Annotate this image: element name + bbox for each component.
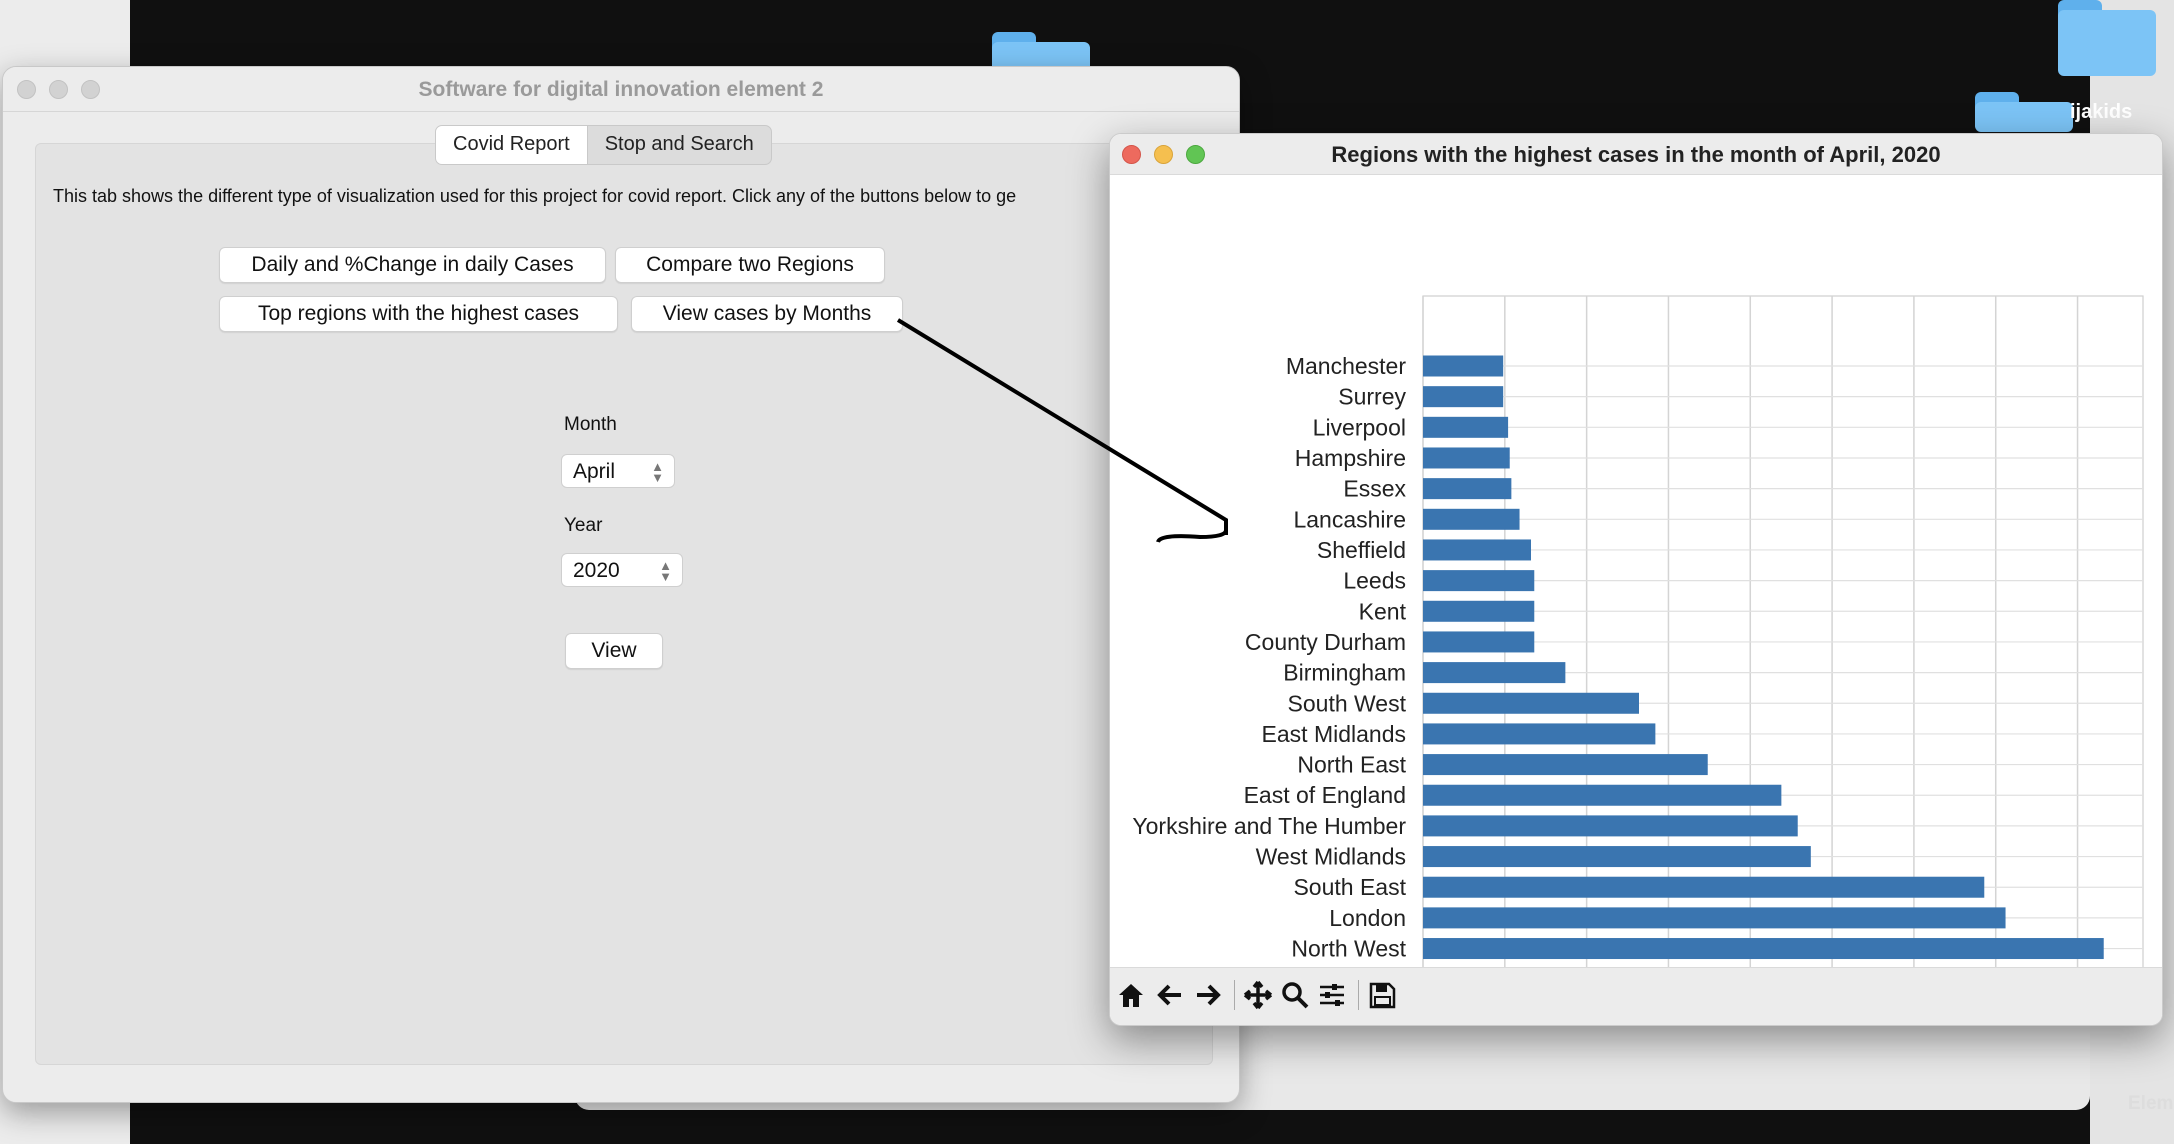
- main-app-window: Software for digital innovation element …: [2, 66, 1240, 1103]
- toolbar-separator: [1234, 980, 1235, 1010]
- bar: [1423, 478, 1512, 500]
- year-spinner[interactable]: 2020 ▲ ▼: [561, 553, 683, 587]
- view-button[interactable]: View: [565, 633, 663, 669]
- configure-icon[interactable]: [1317, 980, 1347, 1010]
- bar: [1423, 723, 1656, 745]
- category-label: London: [1329, 905, 1406, 931]
- category-label: North East: [1297, 752, 1406, 778]
- tab-bar: Covid Report Stop and Search: [435, 125, 772, 165]
- bar: [1423, 662, 1566, 684]
- category-label: East of England: [1244, 782, 1406, 808]
- category-label: Lancashire: [1293, 506, 1406, 532]
- bar: [1423, 846, 1811, 868]
- category-label: Surrey: [1338, 384, 1406, 410]
- folder-icon[interactable]: [1975, 92, 2073, 132]
- save-icon[interactable]: [1367, 980, 1397, 1010]
- category-label: Hampshire: [1295, 445, 1406, 471]
- daily-change-button[interactable]: Daily and %Change in daily Cases: [219, 247, 606, 283]
- category-label: Liverpool: [1313, 414, 1406, 440]
- category-label: South East: [1293, 874, 1406, 900]
- bar: [1423, 386, 1504, 408]
- intro-text: This tab shows the different type of vis…: [53, 186, 1017, 206]
- bar: [1423, 907, 2006, 929]
- category-label: Sheffield: [1317, 537, 1406, 563]
- back-icon[interactable]: [1155, 980, 1185, 1010]
- bar: [1423, 938, 2104, 960]
- bar: [1423, 508, 1520, 530]
- stepper-arrows-icon[interactable]: ▲ ▼: [659, 554, 672, 583]
- folder-label[interactable]: ijakids: [2070, 101, 2132, 124]
- desktop-corner-label: Elem: [2128, 1093, 2174, 1114]
- toolbar-separator: [1358, 980, 1359, 1010]
- bar: [1423, 447, 1510, 469]
- category-label: East Midlands: [1262, 721, 1406, 747]
- bar: [1423, 815, 1798, 837]
- bar: [1423, 416, 1509, 438]
- bar: [1423, 692, 1639, 714]
- bar: [1423, 600, 1535, 622]
- bar: [1423, 539, 1531, 561]
- compare-regions-button[interactable]: Compare two Regions: [615, 247, 885, 283]
- bar: [1423, 784, 1782, 806]
- month-value: April: [573, 460, 616, 483]
- category-label: West Midlands: [1256, 844, 1406, 870]
- home-icon[interactable]: [1116, 980, 1146, 1010]
- category-label: County Durham: [1245, 629, 1406, 655]
- view-by-months-button[interactable]: View cases by Months: [631, 296, 903, 332]
- year-value: 2020: [573, 559, 620, 582]
- bar: [1423, 754, 1708, 776]
- category-label: Kent: [1359, 598, 1407, 624]
- category-label: Manchester: [1286, 353, 1407, 379]
- year-label: Year: [564, 515, 603, 536]
- chart-titlebar: Regions with the highest cases in the mo…: [1110, 134, 2162, 175]
- bar: [1423, 631, 1535, 653]
- category-label: Essex: [1343, 476, 1406, 502]
- chart-window-title: Regions with the highest cases in the mo…: [1331, 142, 1941, 167]
- month-label: Month: [564, 414, 617, 435]
- forward-icon[interactable]: [1193, 980, 1223, 1010]
- main-titlebar: Software for digital innovation element …: [3, 67, 1239, 112]
- tab-stop-and-search[interactable]: Stop and Search: [588, 126, 771, 164]
- bar: [1423, 570, 1535, 592]
- category-label: Birmingham: [1283, 660, 1406, 686]
- window-title: Software for digital innovation element …: [418, 78, 824, 101]
- chart-toolbar: [1110, 967, 2162, 1025]
- pan-icon[interactable]: [1243, 980, 1273, 1010]
- tab-covid-report[interactable]: Covid Report: [436, 126, 588, 164]
- chart-window: Regions with the highest cases in the mo…: [1109, 133, 2163, 1026]
- category-label: North West: [1291, 936, 1406, 962]
- bar: [1423, 876, 1985, 898]
- month-spinner[interactable]: April ▲ ▼: [561, 454, 675, 488]
- bar: [1423, 355, 1504, 377]
- bar-chart: 02500500075001000012500150001750020000Ma…: [1132, 295, 2144, 968]
- zoom-icon[interactable]: [1280, 980, 1310, 1010]
- category-label: Leeds: [1343, 568, 1406, 594]
- category-label: South West: [1288, 690, 1407, 716]
- top-regions-button[interactable]: Top regions with the highest cases: [219, 296, 618, 332]
- folder-icon[interactable]: [2058, 0, 2156, 76]
- stepper-arrows-icon[interactable]: ▲ ▼: [651, 455, 664, 484]
- category-label: Yorkshire and The Humber: [1132, 813, 1406, 839]
